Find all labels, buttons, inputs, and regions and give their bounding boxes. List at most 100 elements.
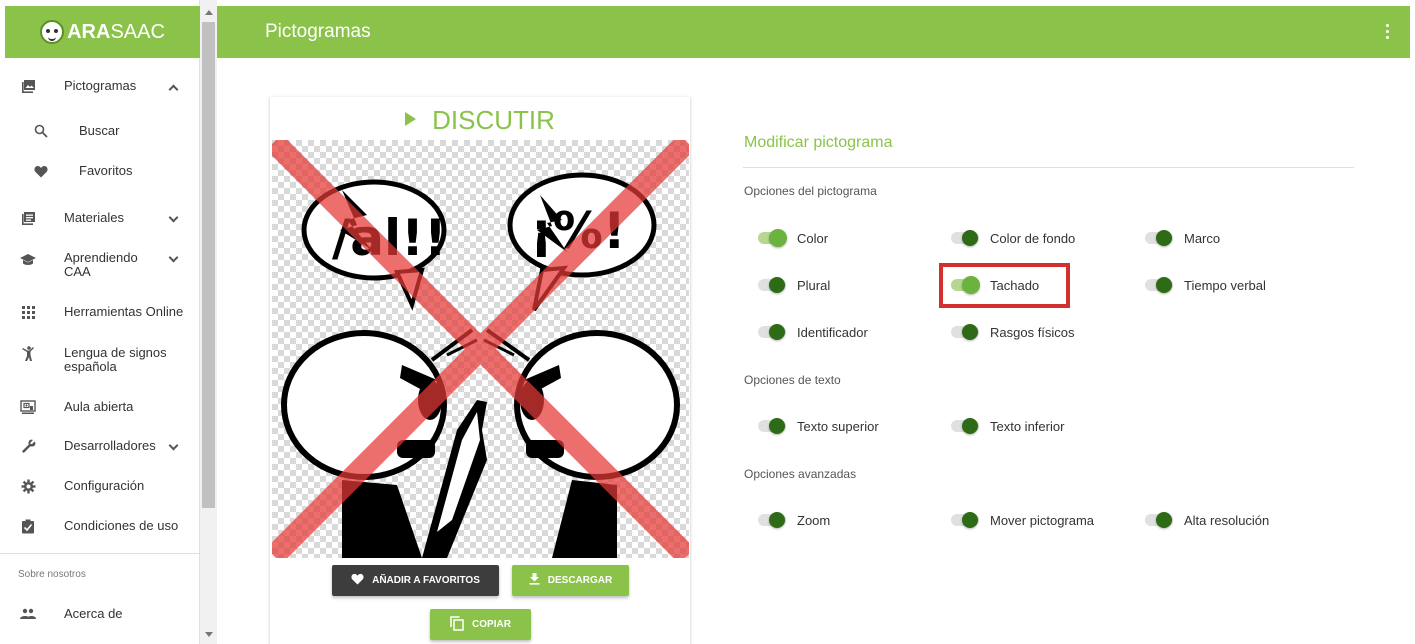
toggle-label: Texto inferior (990, 418, 1065, 434)
sidebar-item-label: Configuración (64, 478, 145, 493)
toggle-label: Mover pictograma (990, 512, 1095, 528)
graduation-cap-icon (20, 252, 36, 268)
add-to-favorites-button[interactable]: AÑADIR A FAVORITOS (332, 565, 499, 596)
toggle-switch[interactable] (950, 228, 980, 248)
pictogram-image: /al!! ¡%! (272, 140, 689, 558)
toggle-color[interactable]: Color (757, 228, 828, 248)
chevron-down-icon (168, 254, 178, 264)
pictogram-card: DISCUTIR /al!! ¡%! AÑADIR A FAVORITOS DE… (270, 97, 690, 644)
sidebar-item-label: Herramientas Online (64, 304, 184, 319)
sidebar-item-label: Desarrolladores (64, 438, 156, 453)
pictogram-options-heading: Opciones del pictograma (744, 184, 877, 198)
sidebar-item-materiales[interactable]: Materiales (0, 209, 200, 227)
toggle-rasgos-fisicos[interactable]: Rasgos físicos (950, 322, 1075, 342)
toggle-marco[interactable]: Marco (1144, 228, 1220, 248)
toggle-texto-inferior[interactable]: Texto inferior (950, 416, 1064, 436)
checklist-icon (20, 518, 36, 534)
more-vert-icon[interactable] (1386, 24, 1390, 40)
download-icon (529, 573, 540, 588)
options-divider (743, 167, 1354, 168)
presentation-icon (20, 399, 36, 415)
heart-icon (351, 573, 364, 588)
toggle-tiempo-verbal[interactable]: Tiempo verbal (1144, 275, 1266, 295)
toggle-texto-superior[interactable]: Texto superior (757, 416, 879, 436)
grid-icon (20, 304, 36, 320)
toggle-label: Color (797, 230, 829, 246)
gear-icon (20, 478, 36, 494)
chevron-down-icon (168, 214, 178, 224)
sidebar-item-pictogramas[interactable]: Pictogramas (0, 77, 200, 95)
advanced-options-heading: Opciones avanzadas (744, 467, 857, 481)
toggle-switch[interactable] (950, 322, 980, 342)
sidebar-item-desarrolladores[interactable]: Desarrolladores (0, 437, 200, 455)
copy-button[interactable]: COPIAR (430, 609, 531, 640)
heart-icon (33, 163, 49, 179)
sidebar-item-label: Aprendiendo CAA (64, 250, 138, 279)
toggle-switch[interactable] (950, 416, 980, 436)
sidebar-item-label: Acerca de (64, 606, 123, 621)
toggle-mover-pictograma[interactable]: Mover pictograma (950, 510, 1094, 530)
toggle-switch[interactable] (1144, 510, 1174, 530)
sidebar-item-aprendiendo-caa[interactable]: Aprendiendo CAA (0, 249, 200, 279)
scroll-down-arrow-icon[interactable] (204, 630, 213, 639)
toggle-label: Identificador (797, 324, 868, 340)
toggle-label: Color de fondo (990, 230, 1076, 246)
sidebar-item-label: Favoritos (79, 163, 133, 178)
toggle-identificador[interactable]: Identificador (757, 322, 868, 342)
toggle-zoom[interactable]: Zoom (757, 510, 830, 530)
toggle-label: Rasgos físicos (990, 324, 1075, 340)
sidebar-section-title: Sobre nosotros (18, 569, 86, 580)
scroll-up-arrow-icon[interactable] (204, 8, 213, 17)
sidebar-item-condiciones-de-uso[interactable]: Condiciones de uso (0, 517, 200, 535)
play-icon[interactable] (405, 112, 417, 126)
add-to-favorites-label: AÑADIR A FAVORITOS (372, 575, 480, 586)
toggle-alta-resolucion[interactable]: Alta resolución (1144, 510, 1269, 530)
toggle-switch[interactable] (757, 416, 787, 436)
image-stack-icon (20, 78, 36, 94)
pictogram-word: DISCUTIR (270, 105, 690, 136)
download-button[interactable]: DESCARGAR (512, 565, 629, 596)
sidebar-item-acerca-de[interactable]: Acerca de (0, 605, 200, 623)
copy-label: COPIAR (472, 619, 511, 630)
toggle-switch[interactable] (1144, 275, 1174, 295)
sidebar-item-configuracion[interactable]: Configuración (0, 477, 200, 495)
toggle-color-de-fondo[interactable]: Color de fondo (950, 228, 1075, 248)
toggle-switch[interactable] (757, 228, 787, 248)
toggle-switch[interactable] (757, 322, 787, 342)
logo-text-bold: ARA (67, 20, 111, 43)
toggle-label: Plural (797, 277, 831, 293)
sidebar-item-label: Pictogramas (64, 78, 137, 93)
toggle-switch[interactable] (950, 510, 980, 530)
download-label: DESCARGAR (547, 575, 613, 586)
sidebar-item-favoritos[interactable]: Favoritos (0, 162, 200, 180)
toggle-plural[interactable]: Plural (757, 275, 830, 295)
copy-icon (450, 615, 464, 634)
sidebar-item-aula-abierta[interactable]: Aula abierta (0, 398, 200, 416)
sidebar-item-buscar[interactable]: Buscar (0, 122, 200, 140)
sidebar-divider (0, 553, 200, 554)
toggle-switch[interactable] (1144, 228, 1174, 248)
modify-pictogram-title: Modificar pictograma (744, 134, 893, 151)
person-sign-icon (20, 346, 36, 362)
toggle-label: Alta resolución (1184, 512, 1270, 528)
text-options-heading: Opciones de texto (744, 373, 841, 387)
sidebar-item-lengua-de-signos[interactable]: Lengua de signos española (0, 344, 200, 374)
toggle-switch[interactable] (757, 275, 787, 295)
top-app-bar: Pictogramas (217, 6, 1410, 58)
search-icon (33, 123, 49, 139)
sidebar-item-herramientas-online[interactable]: Herramientas Online (0, 303, 200, 321)
pictogram-word-text: DISCUTIR (432, 105, 555, 135)
toggle-label: Tiempo verbal (1184, 277, 1266, 293)
toggle-switch[interactable] (757, 510, 787, 530)
page-title: Pictogramas (265, 21, 371, 42)
sidebar-item-label: Materiales (64, 210, 124, 225)
sidebar-item-label: Condiciones de uso (64, 518, 179, 533)
arasaac-logo-icon (40, 20, 65, 44)
logo[interactable]: ARA SAAC (5, 6, 200, 58)
document-icon (20, 210, 36, 226)
scrollbar-thumb[interactable] (202, 22, 215, 508)
wrench-icon (20, 438, 36, 454)
toggle-label: Marco (1184, 230, 1221, 246)
chevron-down-icon (168, 442, 178, 452)
highlight-box (939, 263, 1070, 308)
